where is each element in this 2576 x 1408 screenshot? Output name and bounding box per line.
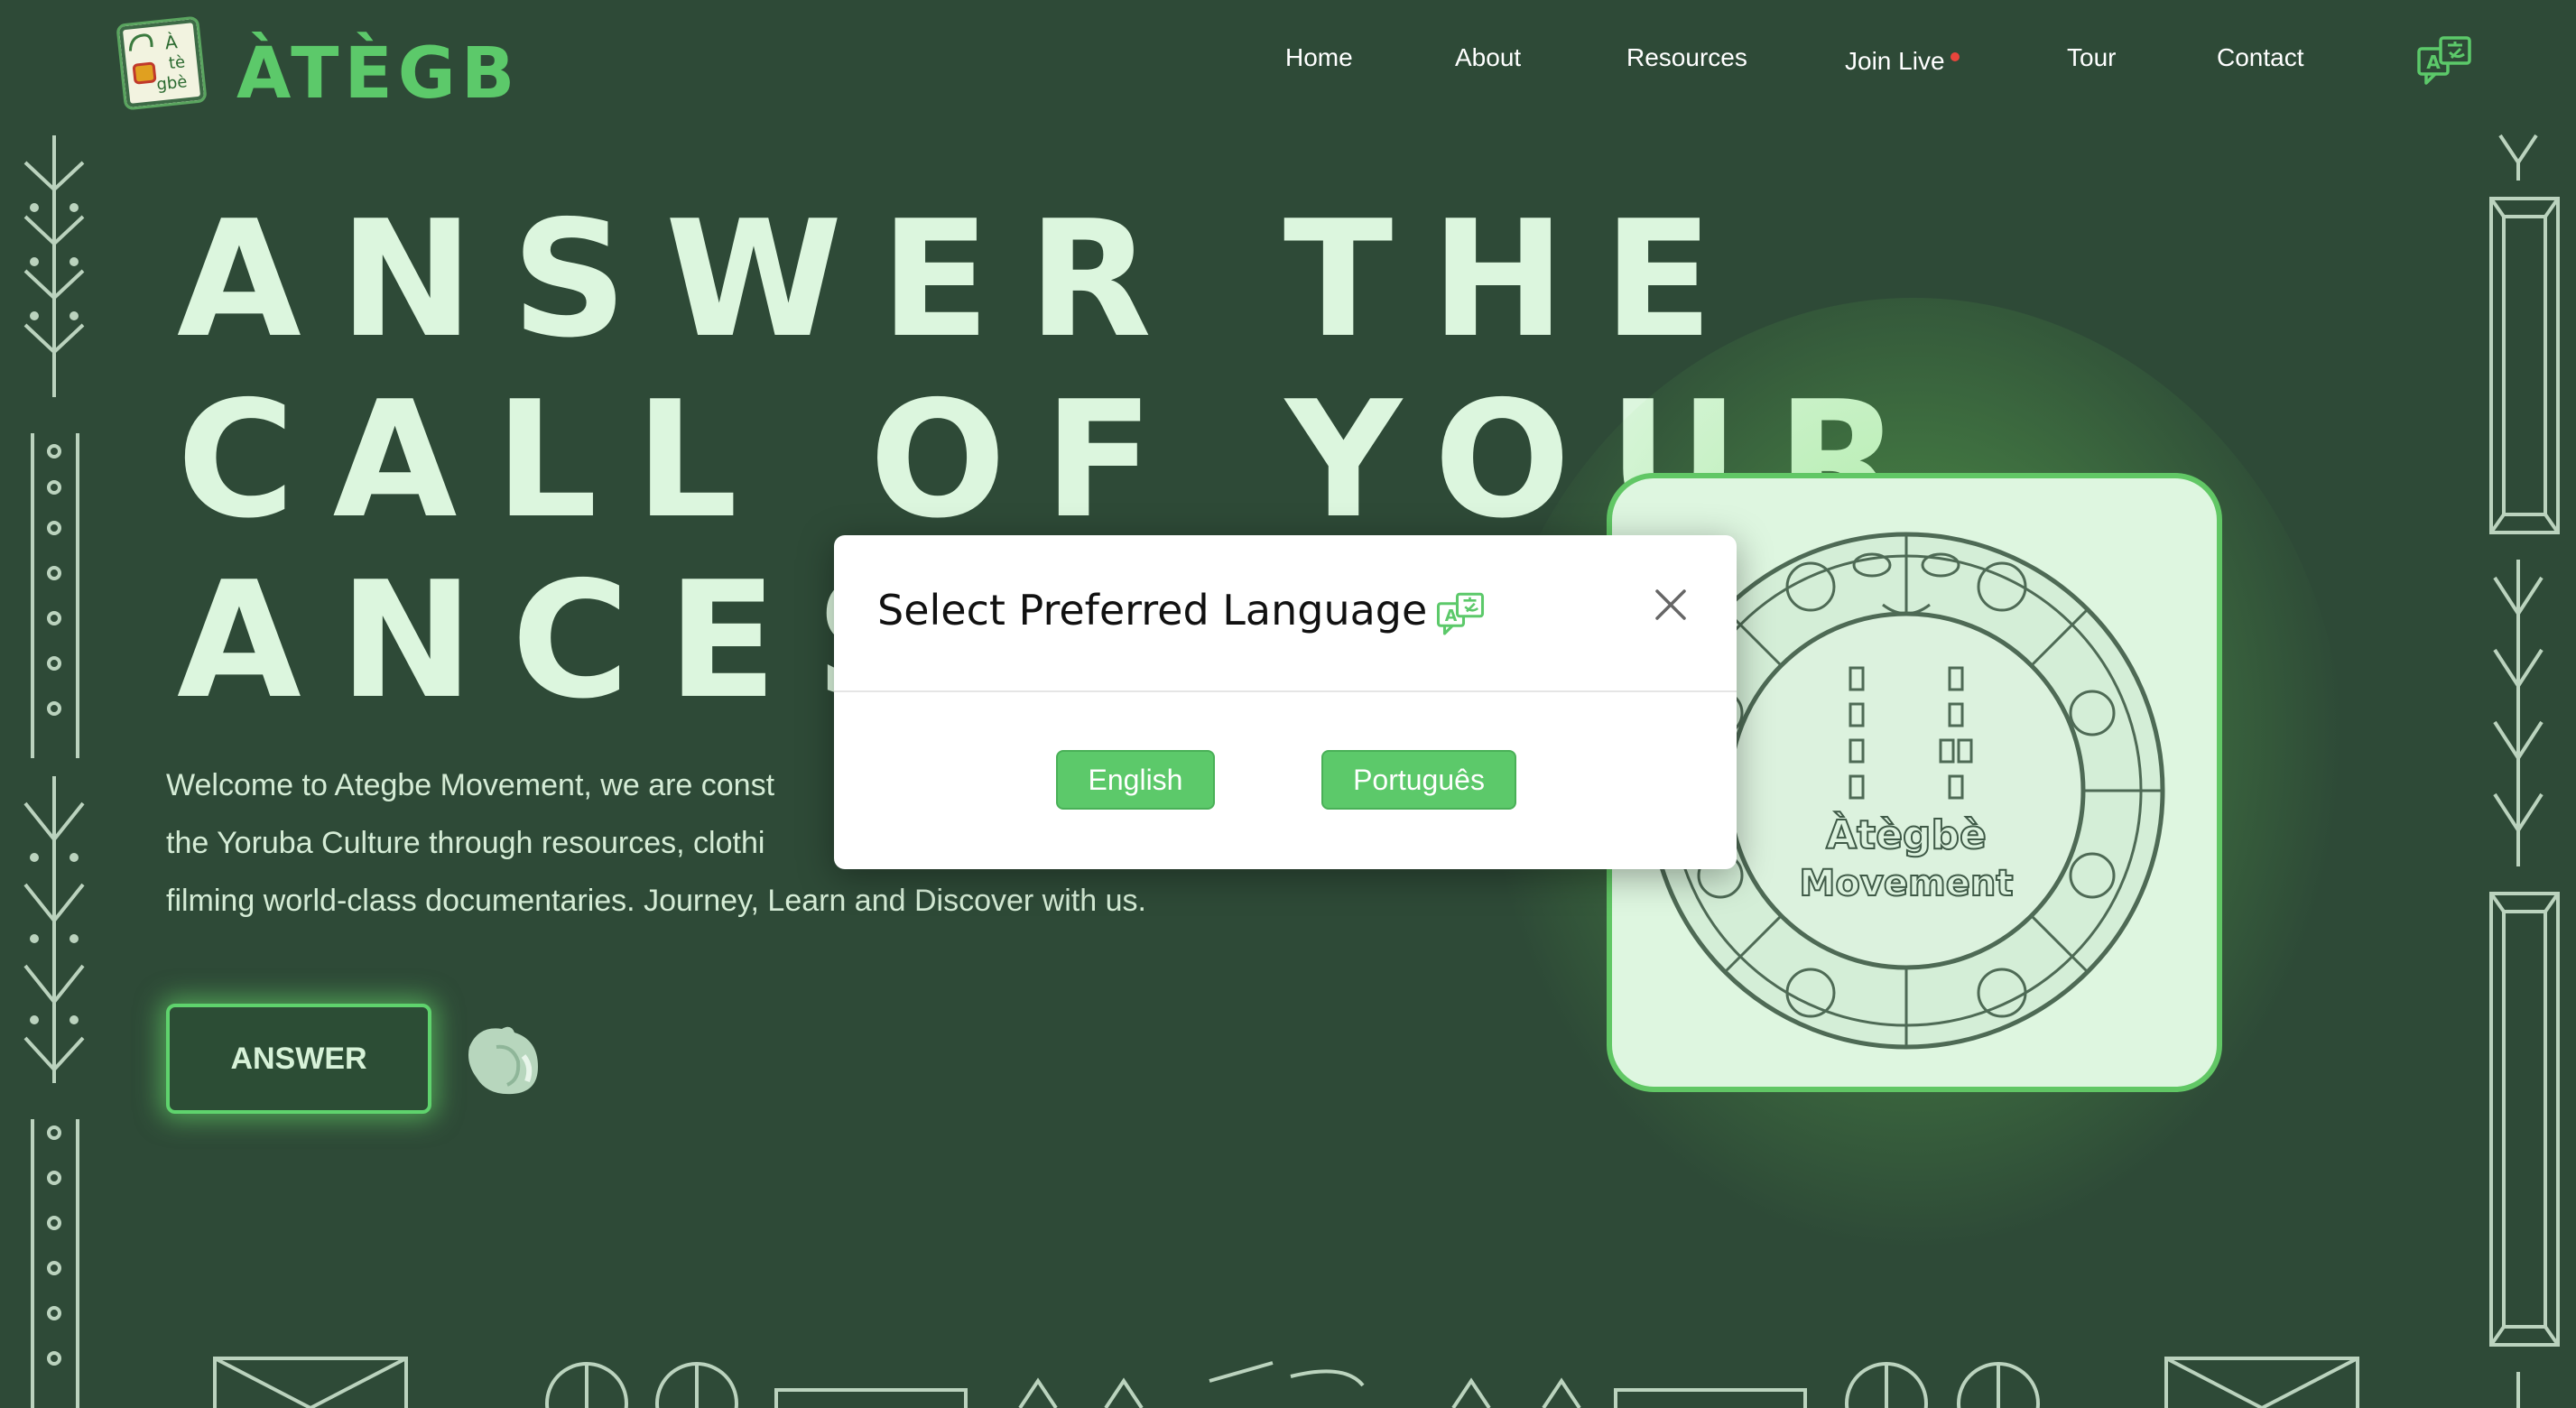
svg-text:Movement: Movement: [1800, 863, 2014, 904]
svg-text:A: A: [2426, 51, 2441, 73]
right-tribal-border: [2489, 134, 2560, 1408]
nav-home[interactable]: Home: [1285, 43, 1353, 83]
svg-text:tè: tè: [168, 52, 186, 73]
svg-text:gbè: gbè: [155, 72, 188, 94]
close-icon[interactable]: [1650, 584, 1691, 625]
answer-button[interactable]: ANSWER: [166, 1004, 431, 1114]
left-tribal-border: [23, 135, 85, 1408]
nav-contact[interactable]: Contact: [2217, 43, 2304, 83]
site-wordmark[interactable]: ÀTÈGBÈ: [236, 18, 525, 108]
top-navigation: À tè gbè ÀTÈGBÈ Home About Resources Joi…: [0, 0, 2576, 126]
hero-title-line-1: ANSWER THE: [177, 186, 1751, 373]
modal-title: Select Preferred Language: [877, 586, 1428, 635]
svg-text:Àtègbè: Àtègbè: [1826, 811, 1987, 858]
language-modal: Select Preferred Language A English Port…: [834, 535, 1737, 869]
nav-resources[interactable]: Resources: [1626, 43, 1747, 83]
nav-join-live-label: Join Live: [1845, 47, 1945, 75]
portuguese-button[interactable]: Português: [1321, 750, 1516, 810]
hero-description-line-3: filming world-class documentaries. Journ…: [166, 884, 1146, 918]
bottom-tribal-border: [213, 1357, 2359, 1408]
nav-join-live[interactable]: Join Live: [1845, 47, 1960, 87]
svg-text:A: A: [1445, 607, 1458, 625]
svg-text:ÀTÈGBÈ: ÀTÈGBÈ: [236, 32, 525, 108]
translate-icon: A: [1436, 592, 1485, 635]
live-indicator-dot: [1950, 52, 1960, 61]
svg-text:À: À: [164, 31, 179, 53]
english-button[interactable]: English: [1056, 750, 1215, 810]
nav-about[interactable]: About: [1455, 43, 1521, 83]
site-logo[interactable]: À tè gbè: [116, 15, 208, 111]
hero-title-line-2: CALL OF YOUR: [177, 366, 1939, 553]
nav-tour[interactable]: Tour: [2067, 43, 2116, 83]
modal-divider: [834, 690, 1737, 692]
cowrie-shell-icon[interactable]: [460, 1020, 543, 1098]
translate-icon[interactable]: A: [2415, 32, 2473, 90]
